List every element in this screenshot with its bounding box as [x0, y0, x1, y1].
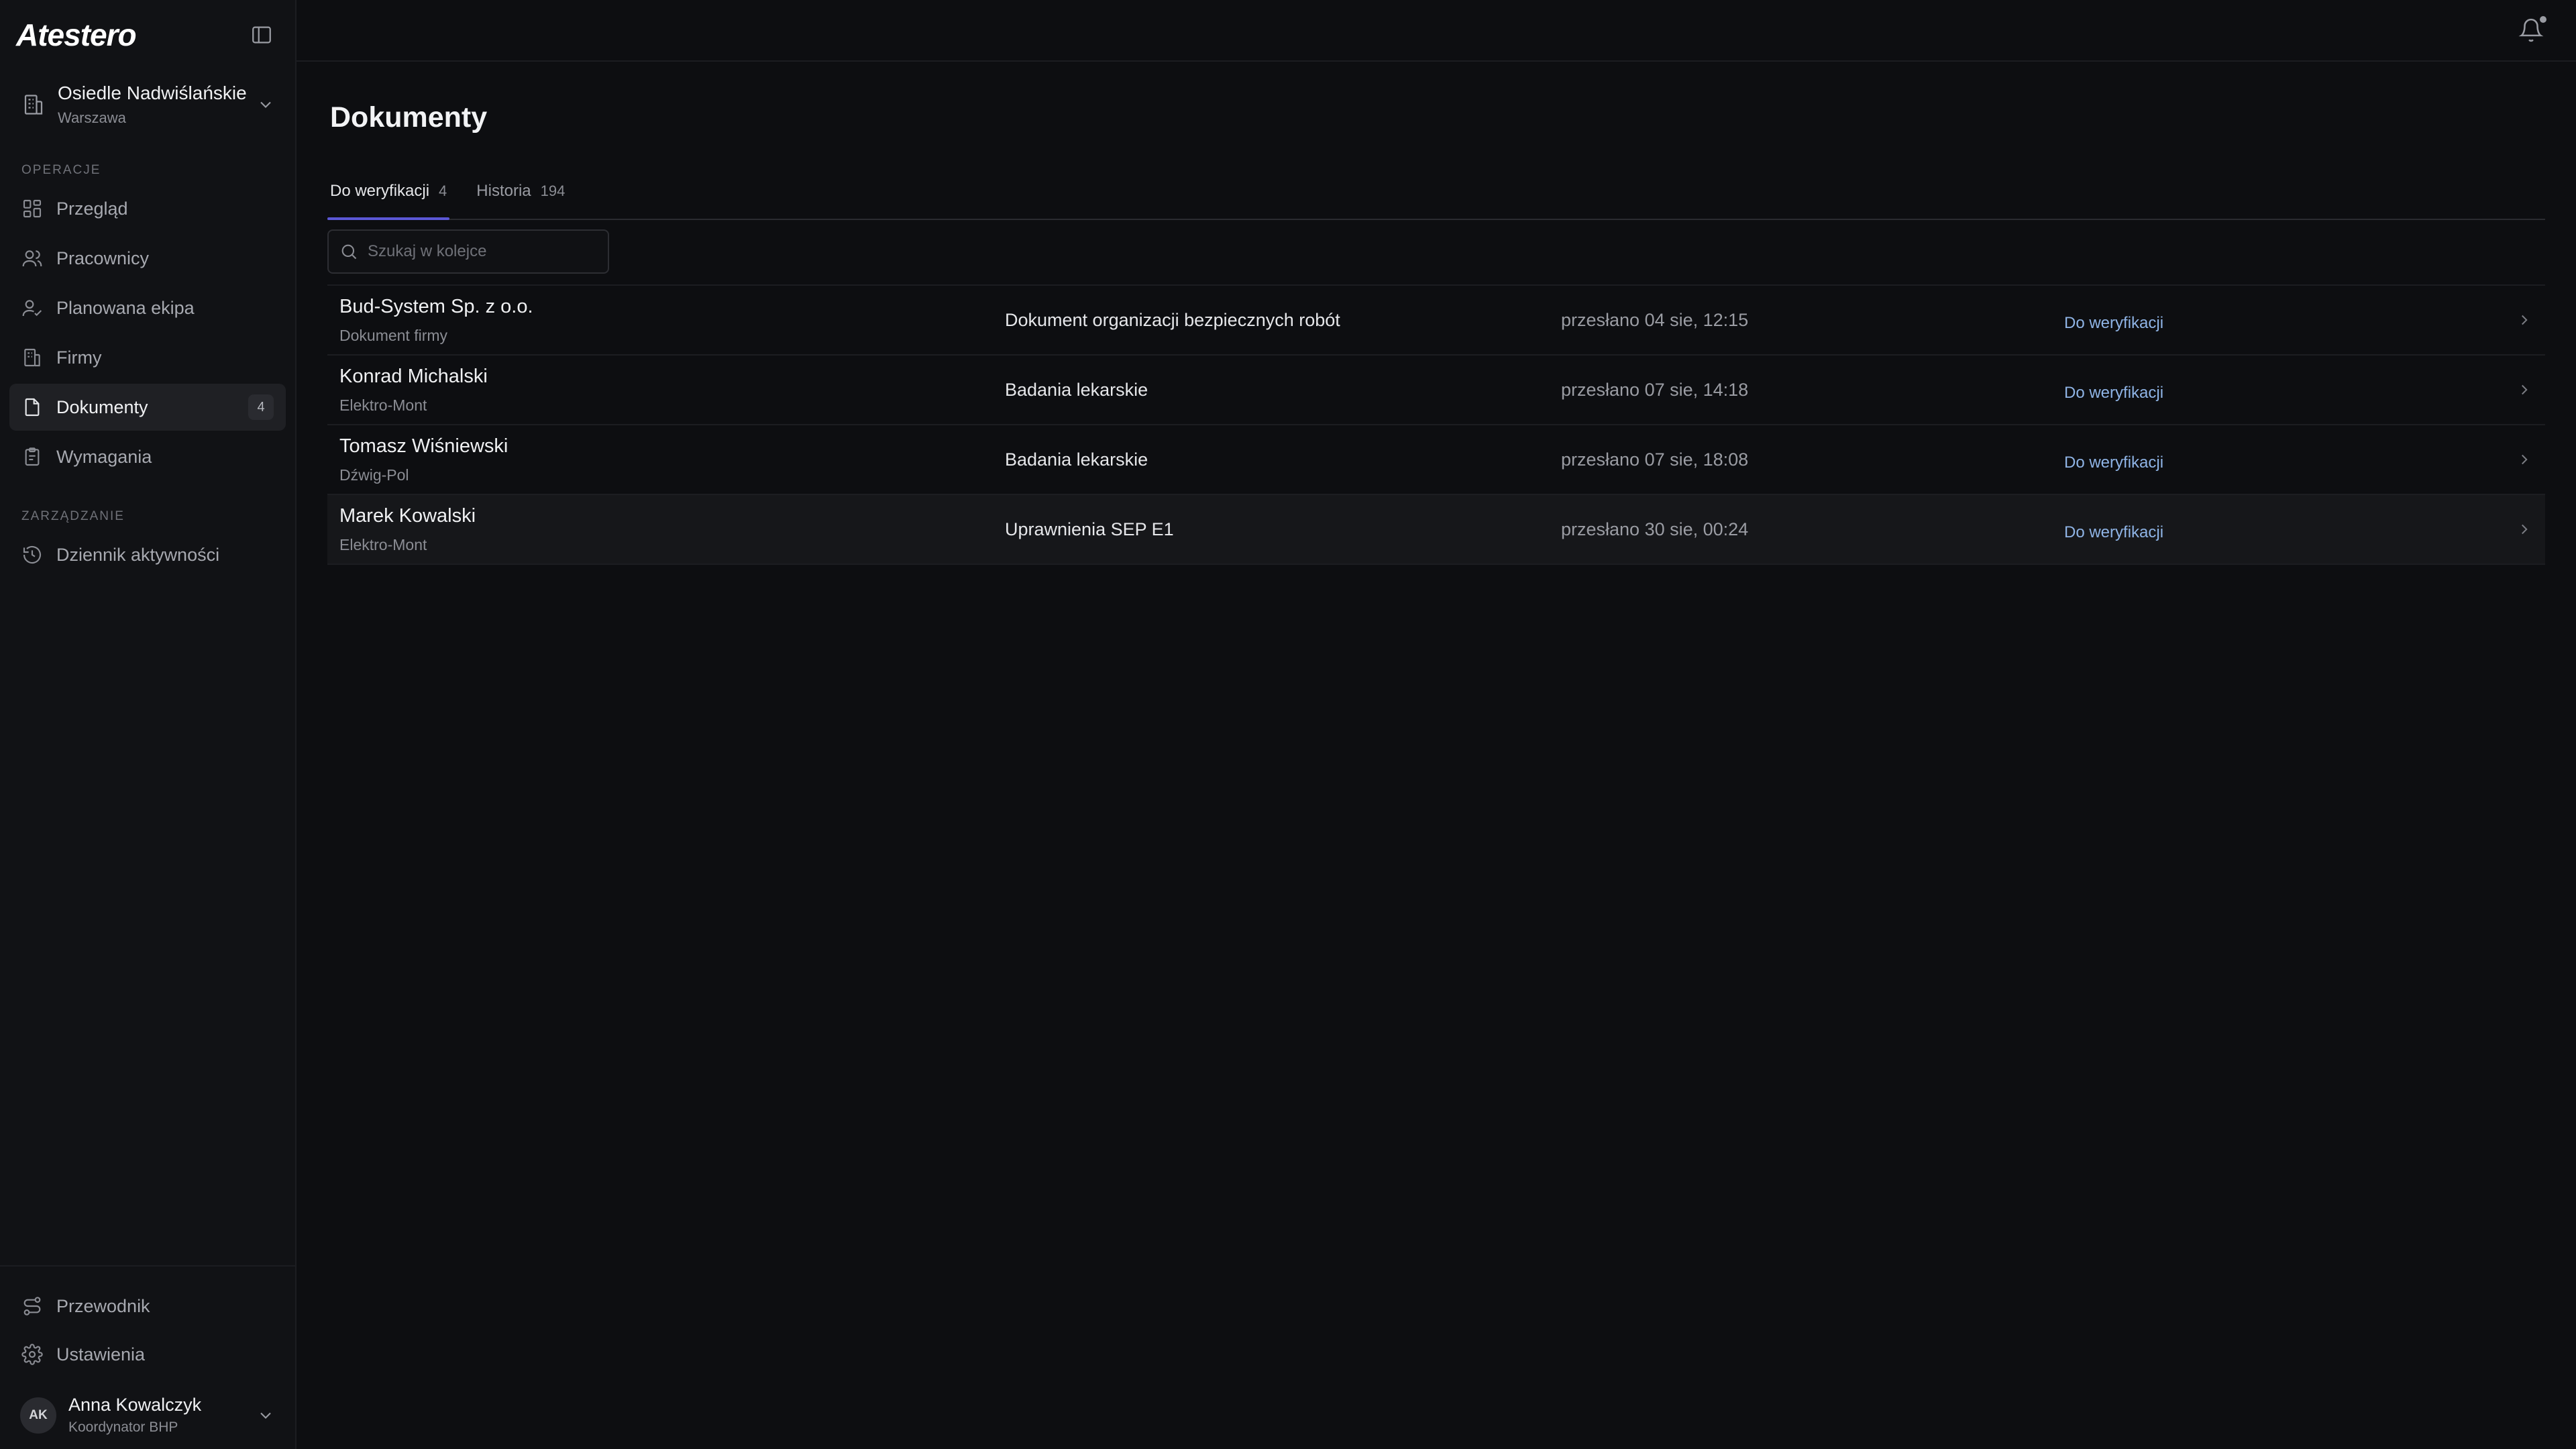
user-name: Anna Kowalczyk [68, 1395, 202, 1415]
topbar [297, 0, 2576, 62]
row-document-type: Dokument organizacji bezpiecznych robót [1005, 309, 1340, 330]
sidebar-item-label: Planowana ekipa [56, 297, 195, 318]
avatar: AK [20, 1397, 56, 1434]
chevron-right-icon [2522, 315, 2528, 325]
sidebar-item-documents[interactable]: Dokumenty 4 [9, 384, 286, 431]
sidebar-header: Atestero [0, 0, 295, 70]
status-badge: Do weryfikacji [2064, 453, 2164, 472]
status-badge: Do weryfikacji [2064, 384, 2164, 402]
page-body: Dokumenty Do weryfikacji 4 Historia 194 [297, 94, 2576, 565]
sidebar-item-requirements[interactable]: Wymagania [9, 433, 286, 480]
sidebar-item-activity-log[interactable]: Dziennik aktywności [9, 531, 286, 578]
sidebar-item-label: Dziennik aktywności [56, 544, 220, 565]
page-title: Dokumenty [330, 101, 488, 133]
sidebar-item-overview[interactable]: Przegląd [9, 185, 286, 232]
section-label-management: ZARZĄDZANIE [21, 509, 125, 523]
chevron-down-icon [260, 1412, 271, 1419]
row-subject-company: Dokument firmy [339, 327, 448, 344]
sidebar-item-planned-crew[interactable]: Planowana ekipa [9, 284, 286, 331]
search-box[interactable] [327, 229, 609, 274]
tab-history[interactable]: Historia 194 [474, 176, 568, 219]
sidebar: Atestero Osiedle Nadwiślańskie Warszawa … [0, 0, 297, 1449]
sidebar-item-label: Pracownicy [56, 248, 150, 268]
site-name: Osiedle Nadwiślańskie [58, 83, 247, 103]
building-icon [24, 348, 40, 367]
row-sent-date: przesłano 30 sie, 00:24 [1561, 519, 1749, 539]
table-row[interactable]: Bud-System Sp. z o.o. Dokument firmy Dok… [327, 286, 2545, 356]
file-icon [25, 398, 40, 417]
search-input[interactable] [368, 242, 597, 261]
tab-count: 4 [439, 182, 447, 199]
history-icon [23, 545, 42, 564]
row-subject-company: Dźwig-Pol [339, 466, 409, 484]
row-subject-name: Marek Kowalski [339, 505, 476, 527]
sidebar-item-label: Ustawienia [56, 1344, 146, 1364]
sidebar-item-workers[interactable]: Pracownicy [9, 235, 286, 282]
sidebar-footer: Przewodnik Ustawienia AK Anna Kowalczyk … [0, 1265, 295, 1449]
table-row[interactable]: Tomasz Wiśniewski Dźwig-Pol Badania leka… [327, 425, 2545, 495]
table-row[interactable]: Marek Kowalski Elektro-Mont Uprawnienia … [327, 495, 2545, 565]
tab-count: 194 [540, 182, 566, 199]
row-subject-company: Elektro-Mont [339, 536, 427, 553]
table-row[interactable]: Konrad Michalski Elektro-Mont Badania le… [327, 356, 2545, 425]
documents-count-badge: 4 [248, 394, 274, 420]
row-subject-company: Elektro-Mont [339, 396, 427, 414]
user-check-icon [22, 300, 42, 317]
notification-dot [2540, 16, 2546, 23]
sidebar-item-label: Dokumenty [56, 396, 148, 417]
tab-to-verify[interactable]: Do weryfikacji 4 [327, 176, 450, 220]
user-role: Koordynator BHP [68, 1419, 178, 1435]
site-selector[interactable]: Osiedle Nadwiślańskie Warszawa [0, 70, 295, 140]
status-badge: Do weryfikacji [2064, 523, 2164, 541]
sidebar-toggle-icon [252, 26, 271, 44]
chevron-right-icon [2522, 454, 2528, 465]
tab-label: Historia [476, 182, 531, 200]
row-document-type: Badania lekarskie [1005, 379, 1148, 400]
route-icon [23, 1297, 41, 1316]
users-icon [22, 250, 42, 267]
app-logo[interactable]: Atestero [16, 17, 137, 53]
sidebar-item-guide[interactable]: Przewodnik [9, 1283, 286, 1330]
app-root: Atestero Osiedle Nadwiślańskie Warszawa … [0, 0, 2576, 1449]
sidebar-item-label: Przegląd [56, 198, 128, 219]
row-document-type: Uprawnienia SEP E1 [1005, 519, 1174, 539]
sidebar-item-label: Przewodnik [56, 1295, 150, 1316]
row-subject-name: Bud-System Sp. z o.o. [339, 296, 533, 317]
user-menu[interactable]: AK Anna Kowalczyk Koordynator BHP [0, 1382, 295, 1449]
chevron-right-icon [2522, 524, 2528, 535]
row-sent-date: przesłano 07 sie, 18:08 [1561, 449, 1749, 470]
chevron-right-icon [2522, 384, 2528, 395]
sidebar-item-companies[interactable]: Firmy [9, 334, 286, 381]
row-sent-date: przesłano 07 sie, 14:18 [1561, 379, 1749, 400]
building-icon [24, 95, 43, 115]
status-badge: Do weryfikacji [2064, 314, 2164, 332]
clipboard-icon [25, 447, 40, 466]
grid-icon [23, 199, 42, 218]
documents-table: Bud-System Sp. z o.o. Dokument firmy Dok… [327, 284, 2545, 565]
tab-label: Do weryfikacji [330, 182, 430, 200]
section-label-operations: OPERACJE [21, 163, 101, 177]
gear-icon [21, 1344, 43, 1365]
sidebar-item-label: Firmy [56, 347, 102, 368]
row-subject-name: Konrad Michalski [339, 366, 488, 387]
sidebar-toggle-button[interactable] [248, 21, 275, 48]
chevron-down-icon [260, 101, 271, 108]
tab-bar: Do weryfikacji 4 Historia 194 [327, 176, 2545, 220]
sidebar-item-settings[interactable]: Ustawienia [9, 1331, 286, 1378]
search-icon [341, 244, 357, 260]
main-content: Dokumenty Do weryfikacji 4 Historia 194 [297, 0, 2576, 1449]
row-subject-name: Tomasz Wiśniewski [339, 435, 508, 457]
row-document-type: Badania lekarskie [1005, 449, 1148, 470]
sidebar-item-label: Wymagania [56, 446, 152, 467]
row-sent-date: przesłano 04 sie, 12:15 [1561, 309, 1749, 330]
site-city: Warszawa [58, 109, 126, 126]
